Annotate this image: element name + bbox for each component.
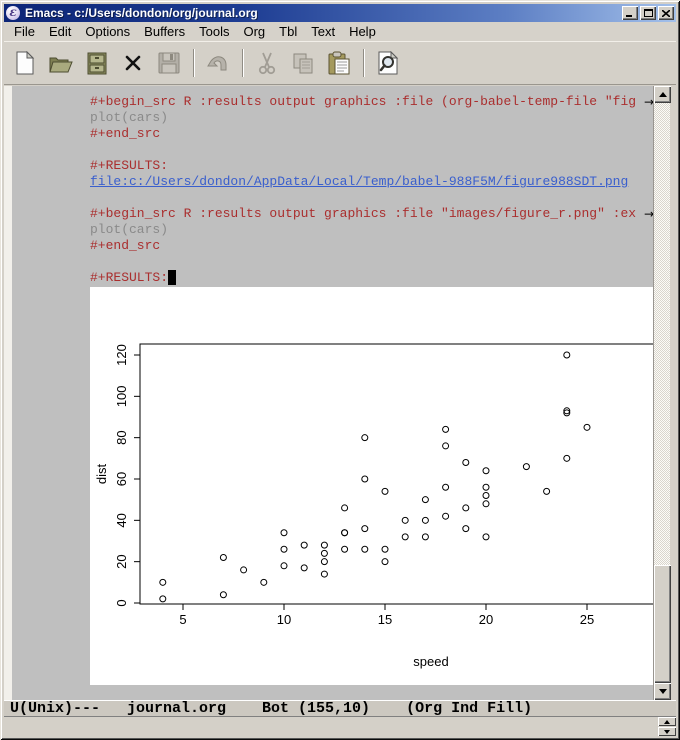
minimize-icon <box>626 10 634 17</box>
menu-item-edit[interactable]: Edit <box>42 22 78 41</box>
scatter-plot-svg: 5 10 15 20 25 0 20 40 60 80 100 120 speed dist <box>90 287 653 685</box>
buffer-line: #+end_src <box>12 126 653 142</box>
echo-area[interactable] <box>4 717 676 736</box>
svg-text:10: 10 <box>277 612 291 627</box>
menu-item-help[interactable]: Help <box>342 22 383 41</box>
menu-item-text[interactable]: Text <box>304 22 342 41</box>
inline-result-image: 5 10 15 20 25 0 20 40 60 80 100 120 speed dist <box>90 287 653 685</box>
buffer-line: #+RESULTS: <box>12 270 653 286</box>
buffer-lines: #+begin_src R :results output graphics :… <box>12 94 653 286</box>
title-bar[interactable]: ε Emacs - c:/Users/dondon/org/journal.or… <box>4 4 676 22</box>
org-meta-line: #+end_src <box>90 238 160 253</box>
minimize-button[interactable] <box>622 6 638 20</box>
org-meta-line: #+end_src <box>90 126 160 141</box>
close-buffer-icon <box>125 55 141 71</box>
org-meta-line: #+begin_src R :results output graphics :… <box>90 206 636 221</box>
arrow-up-icon <box>664 720 670 724</box>
svg-text:15: 15 <box>378 612 392 627</box>
buffer-line <box>12 142 653 158</box>
search-icon <box>377 51 399 75</box>
copy-button[interactable] <box>288 48 318 78</box>
org-meta-line: #+RESULTS: <box>90 270 168 285</box>
buffer-line: plot(cars) <box>12 110 653 126</box>
org-meta-line: #+begin_src R :results output graphics :… <box>90 94 636 109</box>
search-button[interactable] <box>373 48 403 78</box>
svg-text:5: 5 <box>179 612 186 627</box>
toolbar-separator <box>193 49 195 77</box>
save-icon <box>158 52 180 74</box>
menu-item-tools[interactable]: Tools <box>192 22 236 41</box>
window-title: Emacs - c:/Users/dondon/org/journal.org <box>25 6 620 20</box>
arrow-down-icon <box>664 730 670 734</box>
buffer-line: file:c:/Users/dondon/AppData/Local/Temp/… <box>12 174 653 190</box>
svg-text:speed: speed <box>413 654 448 669</box>
toolbar-separator <box>242 49 244 77</box>
maximize-icon <box>644 9 653 17</box>
mode-line: U(Unix)--- journal.org Bot (155,10) (Org… <box>4 700 676 717</box>
buffer-line: #+RESULTS: <box>12 158 653 174</box>
minibuffer-scrollbar[interactable] <box>658 717 676 736</box>
undo-icon <box>206 52 230 74</box>
svg-text:0: 0 <box>114 599 129 606</box>
save-button[interactable] <box>154 48 184 78</box>
mini-scroll-down-button[interactable] <box>658 727 676 736</box>
open-folder-icon <box>48 52 74 74</box>
paste-icon <box>327 51 351 75</box>
menu-item-org[interactable]: Org <box>236 22 272 41</box>
close-icon <box>662 10 670 17</box>
buffer-line: #+begin_src R :results output graphics :… <box>12 94 653 110</box>
copy-icon <box>291 52 315 74</box>
mini-scroll-up-button[interactable] <box>658 717 676 726</box>
dired-icon <box>86 51 108 75</box>
src-block-code: plot(cars) <box>90 110 168 125</box>
menu-item-buffers[interactable]: Buffers <box>137 22 192 41</box>
scroll-up-button[interactable] <box>654 86 671 103</box>
close-button[interactable] <box>658 6 674 20</box>
scrollbar-thumb[interactable] <box>654 565 671 683</box>
svg-text:60: 60 <box>114 472 129 486</box>
maximize-button[interactable] <box>640 6 656 20</box>
buffer-line: #+begin_src R :results output graphics :… <box>12 206 653 222</box>
svg-text:20: 20 <box>114 554 129 568</box>
file-link[interactable]: file:c:/Users/dondon/AppData/Local/Temp/… <box>90 174 628 189</box>
svg-text:dist: dist <box>94 463 109 484</box>
menu-item-file[interactable]: File <box>7 22 42 41</box>
buffer-line <box>12 190 653 206</box>
arrow-down-icon <box>659 689 667 694</box>
close-buffer-button[interactable] <box>118 48 148 78</box>
menu-item-tbl[interactable]: Tbl <box>272 22 304 41</box>
svg-text:100: 100 <box>114 385 129 407</box>
menu-bar: FileEditOptionsBuffersToolsOrgTblTextHel… <box>4 22 676 42</box>
scroll-down-button[interactable] <box>654 683 671 700</box>
emacs-window: ε Emacs - c:/Users/dondon/org/journal.or… <box>0 0 680 740</box>
svg-text:25: 25 <box>580 612 594 627</box>
open-file-button[interactable] <box>46 48 76 78</box>
left-fringe <box>4 86 12 700</box>
arrow-up-icon <box>659 92 667 97</box>
buffer-line: plot(cars) <box>12 222 653 238</box>
toolbar-separator <box>363 49 365 77</box>
buffer-line <box>12 254 653 270</box>
src-block-code: plot(cars) <box>90 222 168 237</box>
emacs-app-icon: ε <box>6 6 20 20</box>
menu-item-options[interactable]: Options <box>78 22 137 41</box>
svg-text:80: 80 <box>114 430 129 444</box>
vertical-scrollbar[interactable] <box>653 86 670 700</box>
new-file-icon <box>14 51 36 75</box>
new-file-button[interactable] <box>10 48 40 78</box>
paste-button[interactable] <box>324 48 354 78</box>
undo-button[interactable] <box>203 48 233 78</box>
org-meta-line: #+RESULTS: <box>90 158 168 173</box>
cut-button[interactable] <box>252 48 282 78</box>
svg-text:40: 40 <box>114 513 129 527</box>
svg-text:120: 120 <box>114 344 129 366</box>
text-cursor <box>168 270 176 285</box>
buffer-line: #+end_src <box>12 238 653 254</box>
toolbar <box>4 42 676 85</box>
dired-button[interactable] <box>82 48 112 78</box>
cut-icon <box>256 51 278 75</box>
svg-text:20: 20 <box>479 612 493 627</box>
